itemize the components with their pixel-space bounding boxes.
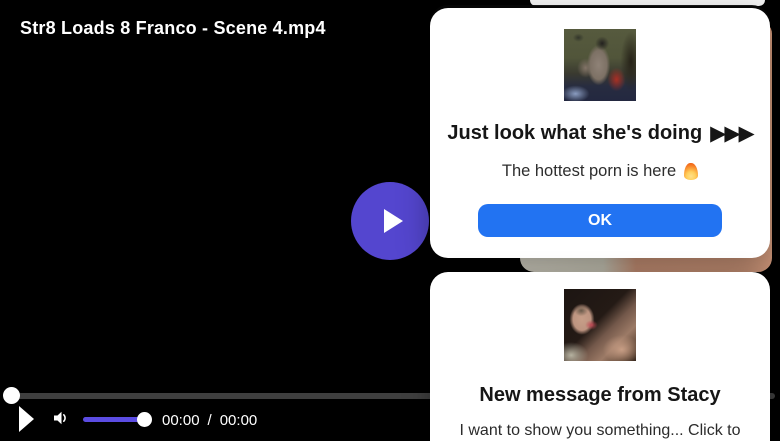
popup-new-message[interactable]: New message from Stacy I want to show yo… [430,272,770,441]
triple-right-arrows-icon: ▶▶▶ [710,121,754,145]
time-display: 00:00 / 00:00 [162,412,257,429]
message-avatar-image[interactable] [564,289,636,361]
volume-slider[interactable] [83,412,152,427]
fire-icon [684,162,699,180]
offer-heading: Just look what she's doing ▶▶▶ [447,121,754,145]
mute-button[interactable] [50,408,70,431]
popup-offer: Just look what she's doing ▶▶▶ The hotte… [430,8,770,258]
offer-thumbnail-image[interactable] [564,29,636,101]
speaker-low-icon [54,411,66,425]
message-heading: New message from Stacy [479,384,721,406]
volume-thumb[interactable] [137,412,152,427]
video-title: Str8 Loads 8 Franco - Scene 4.mp4 [20,18,326,38]
background-popup-edge[interactable] [530,0,765,6]
message-body: I want to show you something... Click to [459,422,741,439]
time-separator: / [207,412,212,429]
offer-subtext: The hottest porn is here [502,162,699,180]
duration: 00:00 [219,412,258,429]
play-icon [19,406,34,432]
current-time: 00:00 [162,412,200,429]
seekbar-thumb[interactable] [3,387,20,404]
play-button[interactable] [18,405,35,436]
ok-button[interactable]: OK [478,204,722,237]
video-player[interactable]: Str8 Loads 8 Franco - Scene 4.mp4 00:00 … [0,0,780,441]
big-play-button[interactable] [351,182,429,260]
play-icon [384,209,403,233]
